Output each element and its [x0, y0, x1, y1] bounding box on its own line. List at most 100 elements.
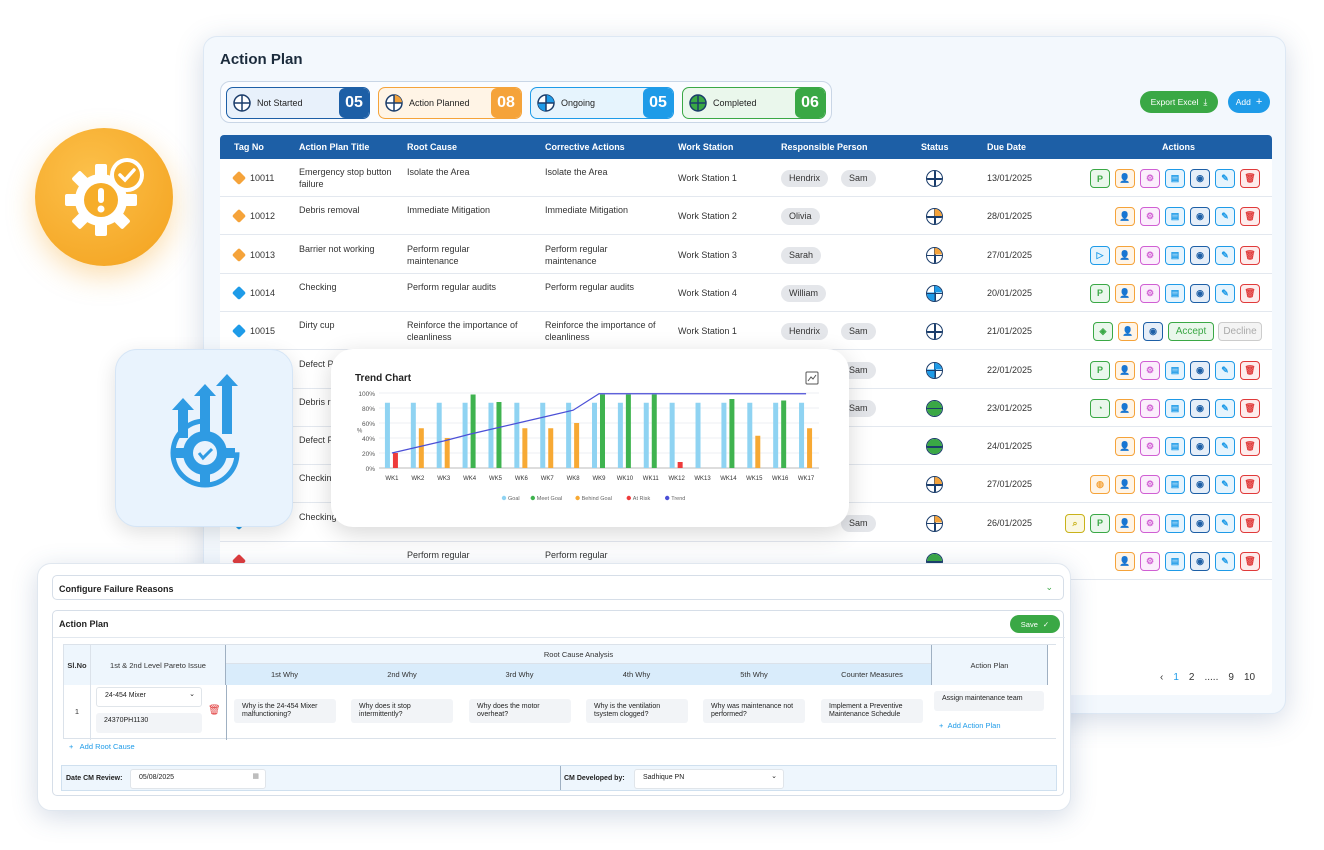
trash-action-icon[interactable]: 🗑	[1240, 245, 1260, 265]
person-chip[interactable]: Sam	[841, 514, 876, 532]
why-1-field[interactable]: Why is the 24-454 Mixer malfunctioning?	[234, 699, 336, 723]
trash-action-icon[interactable]: 🗑	[1240, 475, 1260, 495]
chart-icon[interactable]	[805, 371, 819, 385]
person-action-icon[interactable]: 👤	[1115, 245, 1135, 265]
flow-action-icon[interactable]: ⚙	[1140, 437, 1160, 457]
eye-action-icon[interactable]: ◉	[1190, 475, 1210, 495]
decline-button[interactable]: Decline	[1218, 322, 1262, 342]
search-action-icon[interactable]: ⌕	[1065, 513, 1085, 533]
person-action-icon[interactable]: 👤	[1115, 513, 1135, 533]
date-cm-review-field[interactable]: 05/08/2025 ▦	[130, 769, 266, 789]
trash-action-icon[interactable]: 🗑	[1240, 513, 1260, 533]
eye-action-icon[interactable]: ◉	[1190, 245, 1210, 265]
person-action-icon[interactable]: 👤	[1115, 169, 1135, 188]
edit-action-icon[interactable]: ✎	[1215, 283, 1235, 303]
page-9[interactable]: 9	[1228, 672, 1234, 683]
why-5-field[interactable]: Why was maintenance not performed?	[703, 699, 805, 723]
trash-action-icon[interactable]: 🗑	[1240, 552, 1260, 571]
prev-page-button[interactable]: ‹	[1160, 672, 1163, 683]
eye-action-icon[interactable]: ◉	[1190, 283, 1210, 303]
add-button[interactable]: Add +	[1228, 91, 1270, 113]
trash-action-icon[interactable]: 🗑	[1240, 169, 1260, 188]
edit-action-icon[interactable]: ✎	[1215, 360, 1235, 380]
gauge-action-icon[interactable]: ◔	[1090, 398, 1110, 418]
flow-action-icon[interactable]: ⚙	[1140, 245, 1160, 265]
edit-action-icon[interactable]: ✎	[1215, 475, 1235, 495]
person-chip[interactable]: Hendrix	[781, 323, 829, 341]
P-action-icon[interactable]: P	[1090, 283, 1110, 303]
bag-action-icon[interactable]: ◍	[1090, 475, 1110, 495]
pdf-action-icon[interactable]: ▤	[1165, 283, 1185, 303]
status-card-action-planned[interactable]: Action Planned 08	[378, 87, 522, 119]
edit-action-icon[interactable]: ✎	[1215, 169, 1235, 188]
person-chip[interactable]: Sam	[841, 170, 876, 187]
eye-action-icon[interactable]: ◉	[1190, 360, 1210, 380]
edit-action-icon[interactable]: ✎	[1215, 398, 1235, 418]
person-chip[interactable]: Sarah	[781, 246, 822, 264]
edit-action-icon[interactable]: ✎	[1215, 245, 1235, 265]
P-action-icon[interactable]: P	[1090, 513, 1110, 533]
pdf-action-icon[interactable]: ▤	[1165, 207, 1185, 227]
person-action-icon[interactable]: 👤	[1115, 207, 1135, 227]
flow-action-icon[interactable]: ⚙	[1140, 552, 1160, 571]
save-button[interactable]: Save ✓	[1010, 615, 1060, 633]
eye-action-icon[interactable]: ◉	[1190, 513, 1210, 533]
flow-action-icon[interactable]: ⚙	[1140, 169, 1160, 188]
eye-action-icon[interactable]: ◉	[1190, 398, 1210, 418]
counter-measure-field[interactable]: Implement a Preventive Maintenance Sched…	[821, 699, 923, 723]
status-card-completed[interactable]: Completed 06	[682, 87, 826, 119]
trash-action-icon[interactable]: 🗑	[1240, 398, 1260, 418]
flow-action-icon[interactable]: ⚙	[1140, 475, 1160, 495]
P-action-icon[interactable]: P	[1090, 360, 1110, 380]
cm-developed-select[interactable]: Sadhique PN ⌄	[634, 769, 784, 789]
why-4-field[interactable]: Why is the ventilation tsystem clogged?	[586, 699, 688, 723]
pdf-action-icon[interactable]: ▤	[1165, 437, 1185, 457]
pareto-select[interactable]: 24-454 Mixer ⌄	[96, 687, 202, 707]
pdf-action-icon[interactable]: ▤	[1165, 475, 1185, 495]
config-accordion[interactable]: Configure Failure Reasons ⌄	[52, 575, 1064, 600]
person-chip[interactable]: Sam	[841, 323, 876, 341]
flow-action-icon[interactable]: ⚙	[1140, 207, 1160, 227]
eye-action-icon[interactable]: ◉	[1143, 322, 1163, 342]
pdf-action-icon[interactable]: ▤	[1165, 552, 1185, 571]
pdf-action-icon[interactable]: ▤	[1165, 360, 1185, 380]
flow-action-icon[interactable]: ⚙	[1140, 360, 1160, 380]
eye-action-icon[interactable]: ◉	[1190, 169, 1210, 188]
trash-action-icon[interactable]: 🗑	[1240, 283, 1260, 303]
person-action-icon[interactable]: 👤	[1115, 475, 1135, 495]
pareto-code-field[interactable]: 24370PH1130	[96, 713, 202, 733]
person-action-icon[interactable]: 👤	[1115, 437, 1135, 457]
table-row[interactable]: 10015 Dirty cup Reinforce the importance o…	[220, 312, 1272, 351]
eye-action-icon[interactable]: ◉	[1190, 552, 1210, 571]
person-action-icon[interactable]: 👤	[1115, 398, 1135, 418]
flow-action-icon[interactable]: ⚙	[1140, 283, 1160, 303]
person-chip[interactable]: Hendrix	[781, 170, 829, 187]
export-excel-button[interactable]: Export Excel ⤓	[1140, 91, 1218, 113]
edit-action-icon[interactable]: ✎	[1215, 207, 1235, 227]
tag-action-icon[interactable]: ◈	[1093, 322, 1113, 342]
page-10[interactable]: 10	[1244, 672, 1255, 683]
status-card-not-started[interactable]: Not Started 05	[226, 87, 370, 119]
flow-action-icon[interactable]: ⚙	[1140, 398, 1160, 418]
flow-action-icon[interactable]: ⚙	[1140, 513, 1160, 533]
person-chip[interactable]: Olivia	[781, 208, 820, 226]
P-action-icon[interactable]: P	[1090, 169, 1110, 188]
accept-button[interactable]: Accept	[1168, 322, 1214, 342]
eye-action-icon[interactable]: ◉	[1190, 207, 1210, 227]
table-row[interactable]: 10012 Debris removal Immediate Mitigation I…	[220, 197, 1272, 236]
trash-action-icon[interactable]: 🗑	[1240, 207, 1260, 227]
pdf-action-icon[interactable]: ▤	[1165, 513, 1185, 533]
eye-action-icon[interactable]: ◉	[1190, 437, 1210, 457]
person-action-icon[interactable]: 👤	[1115, 360, 1135, 380]
edit-action-icon[interactable]: ✎	[1215, 437, 1235, 457]
why-2-field[interactable]: Why does it stop intermittently?	[351, 699, 453, 723]
person-action-icon[interactable]: 👤	[1118, 322, 1138, 342]
person-action-icon[interactable]: 👤	[1115, 552, 1135, 571]
table-row[interactable]: 10013 Barrier not working Perform regular …	[220, 236, 1272, 274]
trash-action-icon[interactable]: 🗑	[1240, 437, 1260, 457]
pdf-action-icon[interactable]: ▤	[1165, 398, 1185, 418]
status-card-ongoing[interactable]: Ongoing 05	[530, 87, 674, 119]
trash-icon[interactable]: 🗑	[208, 705, 221, 716]
play-action-icon[interactable]: ▷	[1090, 245, 1110, 265]
action-plan-field[interactable]: Assign maintenance team	[934, 691, 1044, 711]
